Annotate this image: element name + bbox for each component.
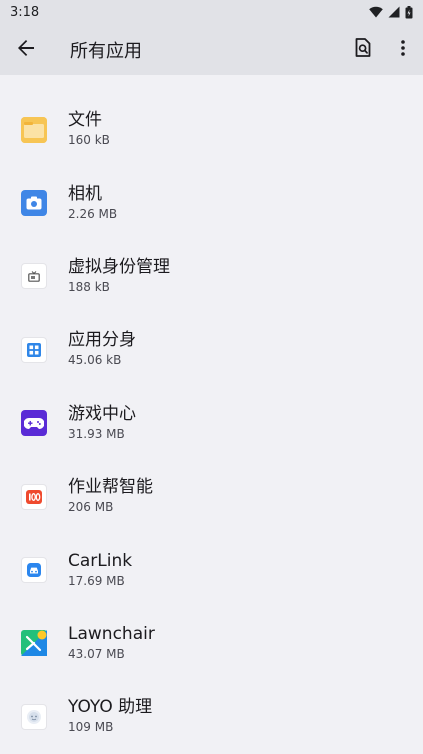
app-bar: 所有应用 (0, 24, 423, 75)
app-row-yoyo-assistant[interactable]: YOYO 助理 109 MB (0, 680, 423, 753)
app-row-camera[interactable]: 相机 2.26 MB (0, 166, 423, 239)
app-size: 2.26 MB (68, 206, 118, 221)
status-time: 3:18 (10, 4, 40, 20)
app-row-homework-help[interactable]: 作业帮智能 206 MB (0, 460, 423, 533)
app-name: 作业帮智能 (68, 477, 153, 498)
signal-icon (388, 6, 400, 18)
car-icon (21, 557, 47, 584)
more-vert-icon (401, 39, 405, 60)
app-row-virtual-identity[interactable]: 虚拟身份管理 188 kB (0, 240, 423, 313)
search-apps-button[interactable] (343, 24, 383, 75)
app-name: 相机 (68, 183, 102, 204)
app-name: 游戏中心 (68, 403, 136, 424)
app-name: Lawnchair (68, 623, 155, 644)
back-arrow-icon (17, 39, 35, 61)
app-size: 109 MB (68, 720, 114, 735)
app-size: 160 kB (68, 133, 110, 148)
status-icons (369, 5, 413, 19)
app-row-app-clone[interactable]: 应用分身 45.06 kB (0, 313, 423, 386)
app-name: YOYO 助理 (68, 697, 153, 718)
app-row-files[interactable]: 文件 160 kB (0, 93, 423, 166)
app-row-lawnchair[interactable]: Lawnchair 43.07 MB (0, 607, 423, 680)
app-row-carlink[interactable]: CarLink 17.69 MB (0, 533, 423, 606)
back-button[interactable] (0, 24, 52, 75)
app-size: 31.93 MB (68, 426, 125, 441)
app-size: 17.69 MB (68, 573, 125, 588)
gamepad-icon (21, 410, 47, 437)
app-size: 206 MB (68, 500, 114, 515)
app-size: 43.07 MB (68, 646, 125, 661)
tv-icon (21, 263, 47, 290)
lawnchair-icon (21, 630, 47, 657)
wifi-icon (369, 6, 383, 18)
status-bar: 3:18 (0, 0, 423, 24)
more-options-button[interactable] (383, 24, 423, 75)
app-clone-icon (21, 336, 47, 363)
app-name: 文件 (68, 110, 102, 131)
app-name: CarLink (68, 550, 133, 571)
camera-icon (21, 190, 47, 217)
app-size: 188 kB (68, 279, 110, 294)
search-document-icon (355, 38, 371, 61)
folder-icon (21, 116, 47, 143)
page-title: 所有应用 (70, 40, 142, 62)
homework-100-icon (21, 483, 47, 510)
app-name: 应用分身 (68, 330, 136, 351)
battery-icon (405, 5, 413, 19)
app-row-game-center[interactable]: 游戏中心 31.93 MB (0, 387, 423, 460)
app-size: 45.06 kB (68, 353, 122, 368)
app-name: 虚拟身份管理 (68, 256, 170, 277)
app-list: 文件 160 kB 相机 2.26 MB 虚拟身份管理 188 kB 应用分身 … (0, 75, 423, 754)
yoyo-assistant-icon (21, 703, 47, 730)
